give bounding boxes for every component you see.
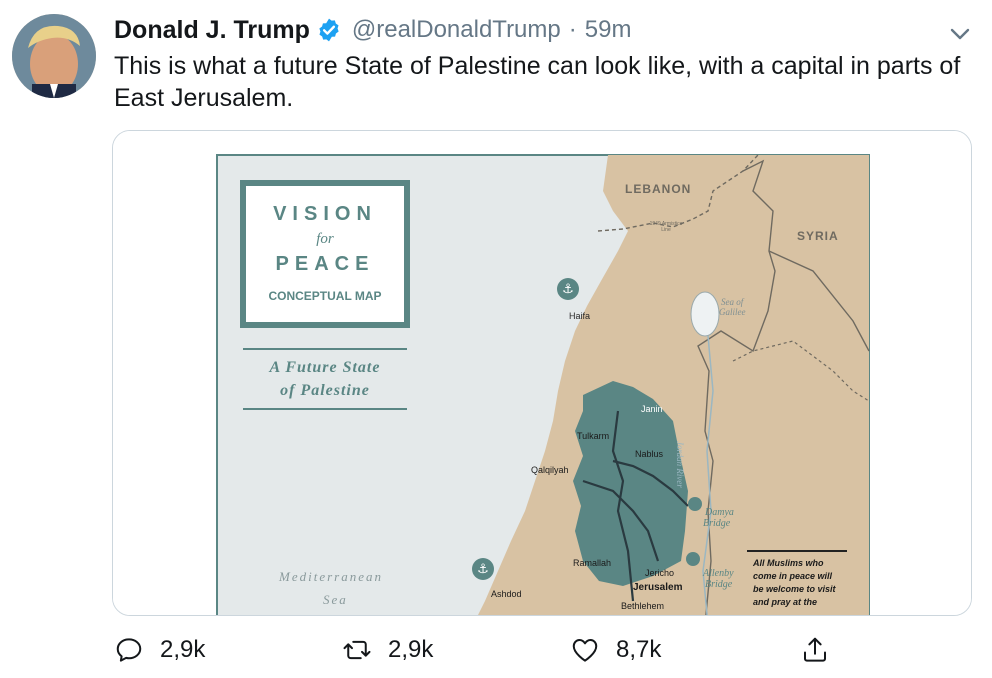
label-ramallah: Ramallah (573, 558, 612, 568)
label-jordan-river: Jordan River (675, 441, 685, 488)
map-note-line-4: and pray at the (753, 597, 818, 607)
map-title-conceptual: CONCEPTUAL MAP (268, 289, 382, 303)
map-note-line-1: All Muslims who (753, 558, 824, 568)
label-syria: SYRIA (797, 229, 839, 243)
map-note-line-3: be welcome to visit (753, 584, 836, 594)
label-mediterranean: Mediterranean (279, 569, 383, 584)
reply-count: 2,9k (160, 636, 206, 663)
retweet-count: 2,9k (388, 636, 434, 663)
reply-button[interactable]: 2,9k (114, 628, 205, 672)
label-lebanon: LEBANON (625, 182, 692, 196)
retweet-button[interactable]: 2,9k (342, 628, 433, 672)
svg-text:⚓: ⚓ (477, 562, 489, 577)
map-title-vision: VISION (273, 203, 377, 225)
like-button[interactable]: 8,7k (570, 628, 661, 672)
label-jerusalem: Jerusalem (633, 582, 683, 593)
map-note-line-2: come in peace will (753, 571, 833, 581)
label-qalqilyah: Qalqilyah (531, 465, 569, 475)
share-icon (804, 637, 826, 662)
verified-badge-icon (319, 18, 339, 42)
label-sea: Sea (323, 592, 348, 607)
map-subtitle-2: of Palestine (280, 382, 370, 399)
author-name[interactable]: Donald J. Trump (114, 16, 310, 45)
label-jenin: Janin (641, 404, 663, 414)
map-subtitle-1: A Future State (269, 359, 381, 376)
retweet-icon (343, 640, 371, 660)
label-tulkarm: Tulkarm (577, 431, 610, 441)
avatar-image (12, 14, 96, 98)
chevron-down-icon[interactable] (946, 20, 974, 48)
label-allenby-bridge: Bridge (705, 579, 733, 590)
like-count: 8,7k (616, 636, 662, 663)
svg-text:⚓: ⚓ (562, 282, 574, 297)
label-sea-of: Sea of (721, 297, 744, 307)
share-button[interactable] (800, 628, 830, 672)
label-haifa: Haifa (569, 311, 591, 321)
label-damya: Damya (705, 507, 734, 518)
tweet-media-map[interactable]: ⚓ ⚓ VISION for PEACE CONCEPTUAL MAP A Fu… (112, 130, 972, 616)
label-jericho: Jericho (645, 568, 675, 578)
tweet-timestamp[interactable]: 59m (585, 16, 632, 44)
label-allenby: Allenby (703, 568, 734, 579)
reply-icon (116, 638, 142, 662)
map-note: All Muslims who come in peace will be we… (753, 557, 836, 609)
heart-icon (572, 639, 598, 662)
tweet-header: Donald J. Trump @realDonaldTrump · 59m (114, 14, 631, 46)
map-title-for: for (316, 231, 334, 247)
avatar[interactable] (12, 14, 96, 98)
label-galilee: Galilee (719, 307, 746, 317)
map-image: ⚓ ⚓ (113, 131, 971, 615)
label-bethlehem: Bethlehem (621, 601, 665, 611)
label-nablus: Nablus (635, 449, 664, 459)
tweet-actions: 2,9k 2,9k 8,7k (114, 628, 834, 672)
label-ashdod: Ashdod (491, 589, 522, 599)
label-damya-bridge: Bridge (703, 518, 731, 529)
separator-dot: · (568, 16, 577, 43)
map-title-peace: PEACE (275, 253, 375, 275)
label-armistice: 1949 Armistice Line (649, 221, 683, 233)
author-handle[interactable]: @realDonaldTrump (352, 16, 561, 44)
tweet-text: This is what a future State of Palestine… (114, 52, 961, 112)
